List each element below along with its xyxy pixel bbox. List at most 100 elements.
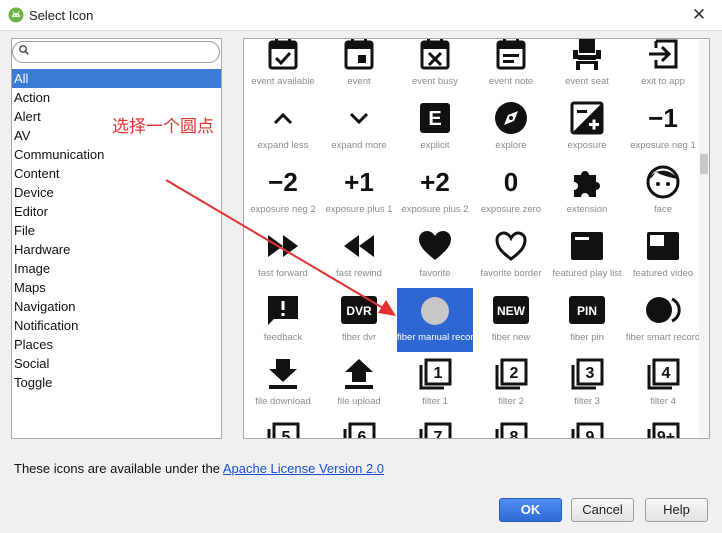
category-item[interactable]: Action (12, 88, 221, 107)
file-download-icon (269, 359, 297, 389)
category-item[interactable]: Notification (12, 316, 221, 335)
category-item[interactable]: Device (12, 183, 221, 202)
fiber-dvr-icon: DVR (341, 296, 377, 324)
icon-cell[interactable]: event note (473, 39, 549, 96)
icon-cell[interactable]: fast rewind (321, 224, 397, 288)
icon-cell[interactable]: event (321, 39, 397, 96)
icon-glyph: 8 (510, 429, 519, 439)
icon-cell[interactable]: 8 (473, 416, 549, 439)
icon-cell[interactable]: event available (245, 39, 321, 96)
close-icon[interactable]: ✕ (692, 5, 706, 24)
icon-cell[interactable]: fiber smart record (625, 288, 701, 352)
icon-cell[interactable]: 9 (549, 416, 625, 438)
icon-glyph: 7 (434, 429, 443, 439)
icon-label: fiber dvr (341, 332, 377, 343)
category-item[interactable]: Navigation (12, 297, 221, 316)
icon-cell[interactable]: 7 (397, 416, 473, 439)
expand-less-icon (273, 112, 293, 125)
icon-glyph: NEW (497, 304, 526, 318)
fast-forward-icon (268, 235, 298, 257)
icon-cell[interactable]: 9+ (625, 416, 701, 439)
icon-cell[interactable]: +2 exposure plus 2 (397, 160, 473, 224)
filter-2-icon: 2 (495, 358, 528, 390)
icon-cell[interactable]: 6 (321, 416, 397, 438)
filter-1-icon: 1 (419, 358, 452, 390)
icon-glyph: 9+ (657, 429, 675, 439)
icon-cell[interactable]: NEW fiber new (473, 288, 549, 352)
category-item[interactable]: Content (12, 164, 221, 183)
featured-video-icon (647, 232, 679, 260)
help-button[interactable]: Help (645, 498, 708, 522)
icon-cell[interactable]: Eexplicit (397, 96, 473, 160)
icon-label: exposure neg 1 (630, 140, 696, 151)
fiber-smart-record-icon (646, 297, 681, 323)
icon-cell[interactable]: expand more (321, 96, 397, 160)
filter-6-icon: 6 (343, 422, 376, 438)
category-item[interactable]: Hardware (12, 240, 221, 259)
icon-glyph: 4 (662, 365, 671, 382)
icon-glyph: −1 (648, 103, 678, 133)
category-item[interactable]: Editor (12, 202, 221, 221)
icon-cell[interactable]: expand less (245, 96, 321, 160)
scrollbar-thumb[interactable] (700, 154, 708, 174)
icon-glyph: +1 (344, 167, 374, 197)
fiber-pin-icon: PIN (569, 296, 605, 324)
icon-cell[interactable]: fiber manual record (397, 288, 473, 352)
category-item[interactable]: Communication (12, 145, 221, 164)
icon-cell[interactable]: 0 exposure zero (473, 160, 549, 224)
icon-cell[interactable]: 3 filter 3 (549, 352, 625, 416)
category-item[interactable]: Social (12, 354, 221, 373)
icon-cell[interactable]: exposure (549, 96, 625, 160)
icon-label: fiber manual record (397, 332, 473, 343)
icon-cell[interactable]: file download (245, 352, 321, 416)
icon-label: filter 1 (422, 396, 448, 407)
icon-cell[interactable]: DVR fiber dvr (321, 288, 397, 352)
icon-cell[interactable]: favorite (397, 224, 473, 288)
ok-button[interactable]: OK (499, 498, 562, 522)
icon-cell[interactable]: feedback (245, 288, 321, 352)
filter-5-icon: 5 (267, 422, 300, 438)
icon-label: event (347, 76, 371, 87)
close-button[interactable]: ✕ (684, 2, 714, 28)
icon-cell[interactable]: event busy (397, 39, 473, 96)
icon-cell[interactable]: event seat (549, 39, 625, 96)
icon-label: extension (566, 204, 608, 215)
icon-cell[interactable]: featured play list (549, 224, 625, 288)
icon-cell[interactable]: exit to app (625, 39, 701, 96)
icon-label: filter 3 (574, 396, 600, 407)
icon-cell[interactable]: PIN fiber pin (549, 288, 625, 352)
icon-label: exposure neg 2 (250, 204, 316, 215)
icon-cell[interactable]: −1 exposure neg 1 (625, 96, 701, 160)
category-item[interactable]: Toggle (12, 373, 221, 392)
icon-grid-scrollbar[interactable] (699, 40, 709, 437)
category-item[interactable]: Maps (12, 278, 221, 297)
icon-cell[interactable]: explore (473, 96, 549, 160)
icon-cell[interactable]: favorite border (473, 224, 549, 288)
icon-cell[interactable]: −2 exposure neg 2 (245, 160, 321, 224)
icon-cell[interactable]: 5 (245, 416, 321, 438)
icon-cell[interactable]: face (625, 160, 701, 224)
icon-label: explicit (420, 140, 450, 151)
search-field[interactable] (12, 41, 220, 63)
category-item[interactable]: File (12, 221, 221, 240)
category-item[interactable]: Image (12, 259, 221, 278)
license-link[interactable]: Apache License Version 2.0 (223, 461, 384, 476)
icon-cell[interactable]: 2 filter 2 (473, 352, 549, 416)
explore-icon (495, 102, 527, 134)
icon-cell[interactable]: featured video (625, 224, 701, 288)
icon-cell[interactable]: +1 exposure plus 1 (321, 160, 397, 224)
icon-glyph: PIN (577, 304, 597, 318)
exposure-plus-1-icon: +1 (344, 167, 374, 197)
icon-label: event seat (565, 76, 609, 87)
icon-cell[interactable]: 4 filter 4 (625, 352, 701, 416)
icon-cell[interactable]: 1 filter 1 (397, 352, 473, 416)
category-item[interactable]: All (12, 69, 221, 88)
icon-cell[interactable]: extension (549, 160, 625, 224)
category-item[interactable]: Places (12, 335, 221, 354)
file-upload-icon (345, 359, 373, 389)
icon-cell[interactable]: fast forward (245, 224, 321, 288)
filter-9-plus-icon: 9+ (647, 422, 680, 439)
cancel-button[interactable]: Cancel (571, 498, 634, 522)
window-title: Select Icon (29, 8, 94, 23)
icon-cell[interactable]: file upload (321, 352, 397, 416)
